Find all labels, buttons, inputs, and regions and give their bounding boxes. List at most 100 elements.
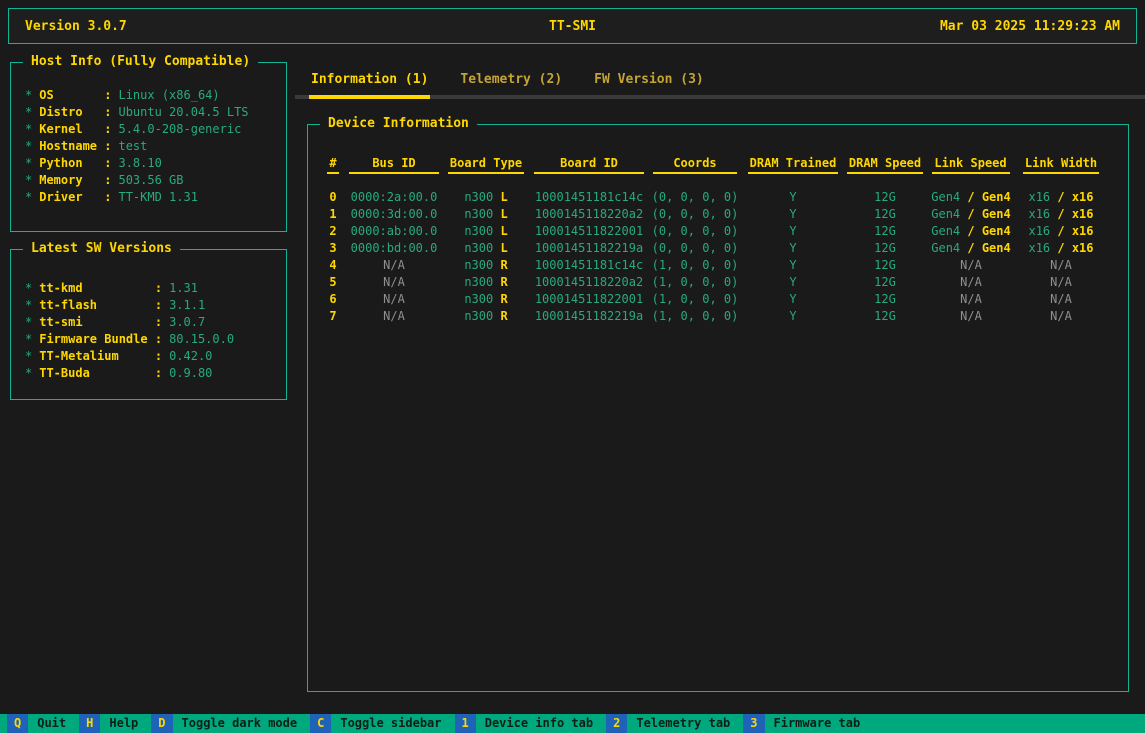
cell-num: 2 [320, 223, 346, 240]
table-header-spacer [308, 172, 1128, 189]
cell-link-speed: N/A [926, 291, 1016, 308]
sw-versions-list: *tt-kmd:1.31*tt-flash:3.1.1*tt-smi:3.0.7… [11, 250, 286, 382]
bullet-star: * [25, 348, 32, 365]
cell-board-id: 100014511822001 [530, 291, 648, 308]
col-header-num: # [327, 155, 338, 174]
max-value: / Gen4 [960, 241, 1011, 255]
item-value: 1.31 [169, 280, 198, 297]
max-value: / Gen4 [960, 224, 1011, 238]
cell-bus-id: 0000:2a:00.0 [346, 189, 442, 206]
current-value: x16 [1028, 241, 1050, 255]
board-type-flag: R [493, 309, 507, 323]
cell-coords: (0, 0, 0, 0) [648, 189, 742, 206]
sw-item-tt-smi: *tt-smi:3.0.7 [25, 314, 286, 331]
board-type-flag: R [493, 292, 507, 306]
bullet-star: * [25, 365, 32, 382]
item-key: tt-kmd [39, 280, 155, 297]
key-label: Toggle dark mode [173, 714, 304, 733]
item-colon: : [155, 331, 162, 348]
keybinding-device-info-tab[interactable]: 1Device info tab [448, 714, 600, 733]
board-type-name: n300 [464, 309, 493, 323]
keybinding-toggle-sidebar[interactable]: CToggle sidebar [303, 714, 447, 733]
cell-bus-id: N/A [346, 291, 442, 308]
board-type-name: n300 [464, 258, 493, 272]
host-item-driver: *Driver:TT-KMD 1.31 [25, 189, 286, 206]
current-value: Gen4 [931, 241, 960, 255]
cell-link-speed: Gen4 / Gen4 [926, 223, 1016, 240]
table-header-row: # Bus ID Board Type Board ID Coords DRAM… [308, 155, 1128, 172]
sw-item-tt-kmd: *tt-kmd:1.31 [25, 280, 286, 297]
key-label: Quit [28, 714, 72, 733]
tab-information[interactable]: Information (1) [309, 68, 430, 95]
bullet-star: * [25, 155, 32, 172]
col-header-coords: Coords [653, 155, 736, 174]
item-key: tt-flash [39, 297, 155, 314]
tab-telemetry[interactable]: Telemetry (2) [458, 68, 564, 95]
host-item-memory: *Memory:503.56 GB [25, 172, 286, 189]
cell-dram-trained: Y [742, 240, 844, 257]
bullet-star: * [25, 314, 32, 331]
cell-bus-id: 0000:bd:00.0 [346, 240, 442, 257]
item-colon: : [104, 172, 111, 189]
item-key: Python [39, 155, 104, 172]
key-badge: C [310, 714, 331, 733]
item-key: TT-Metalium [39, 348, 155, 365]
keybinding-telemetry-tab[interactable]: 2Telemetry tab [599, 714, 736, 733]
cell-link-speed: N/A [926, 308, 1016, 325]
keybinding-help[interactable]: HHelp [72, 714, 144, 733]
current-value: Gen4 [931, 207, 960, 221]
cell-dram-trained: Y [742, 274, 844, 291]
max-value: / x16 [1050, 224, 1093, 238]
cell-link-speed: Gen4 / Gen4 [926, 206, 1016, 223]
cell-board-type: n300 R [442, 257, 530, 274]
current-value: x16 [1028, 190, 1050, 204]
keybinding-quit[interactable]: QQuit [0, 714, 72, 733]
key-label: Help [100, 714, 144, 733]
board-type-name: n300 [464, 275, 493, 289]
item-colon: : [104, 87, 111, 104]
cell-dram-speed: 12G [844, 189, 926, 206]
keybinding-toggle-dark-mode[interactable]: DToggle dark mode [144, 714, 303, 733]
table-row: 30000:bd:00.0n300 L10001451182219a(0, 0,… [308, 240, 1128, 257]
col-header-link-width: Link Width [1023, 155, 1099, 174]
top-bar: Version 3.0.7 TT-SMI Mar 03 2025 11:29:2… [8, 8, 1137, 44]
key-badge: 3 [743, 714, 764, 733]
cell-dram-speed: 12G [844, 274, 926, 291]
sw-item-tt-buda: *TT-Buda:0.9.80 [25, 365, 286, 382]
board-type-flag: L [493, 190, 507, 204]
max-value: / Gen4 [960, 207, 1011, 221]
na-value: N/A [960, 258, 982, 272]
cell-board-id: 10001451181c14c [530, 257, 648, 274]
na-value: N/A [1050, 275, 1072, 289]
host-item-kernel: *Kernel:5.4.0-208-generic [25, 121, 286, 138]
cell-link-width: N/A [1016, 274, 1106, 291]
col-header-link-speed: Link Speed [932, 155, 1009, 174]
col-header-dram-speed: DRAM Speed [847, 155, 923, 174]
keybinding-firmware-tab[interactable]: 3Firmware tab [736, 714, 866, 733]
cell-link-width: x16 / x16 [1016, 189, 1106, 206]
table-row: 10000:3d:00.0n300 L1000145118220a2(0, 0,… [308, 206, 1128, 223]
item-colon: : [104, 155, 111, 172]
board-type-flag: L [493, 207, 507, 221]
item-key: OS [39, 87, 104, 104]
table-row: 20000:ab:00.0n300 L100014511822001(0, 0,… [308, 223, 1128, 240]
cell-dram-speed: 12G [844, 291, 926, 308]
col-header-bus-id: Bus ID [349, 155, 438, 174]
cell-num: 7 [320, 308, 346, 325]
item-colon: : [155, 297, 162, 314]
key-badge: 2 [606, 714, 627, 733]
host-info-list: *OS:Linux (x86_64)*Distro:Ubuntu 20.04.5… [11, 63, 286, 206]
table-row: 5N/An300 R1000145118220a2(1, 0, 0, 0)Y12… [308, 274, 1128, 291]
item-value: Ubuntu 20.04.5 LTS [118, 104, 248, 121]
cell-dram-speed: 12G [844, 240, 926, 257]
sw-item-tt-metalium: *TT-Metalium:0.42.0 [25, 348, 286, 365]
board-type-name: n300 [464, 224, 493, 238]
bullet-star: * [25, 297, 32, 314]
item-colon: : [155, 314, 162, 331]
item-value: 5.4.0-208-generic [118, 121, 241, 138]
tab-fw-version[interactable]: FW Version (3) [592, 68, 706, 95]
key-badge: 1 [455, 714, 476, 733]
cell-board-type: n300 L [442, 223, 530, 240]
board-type-name: n300 [464, 292, 493, 306]
board-type-flag: L [493, 241, 507, 255]
